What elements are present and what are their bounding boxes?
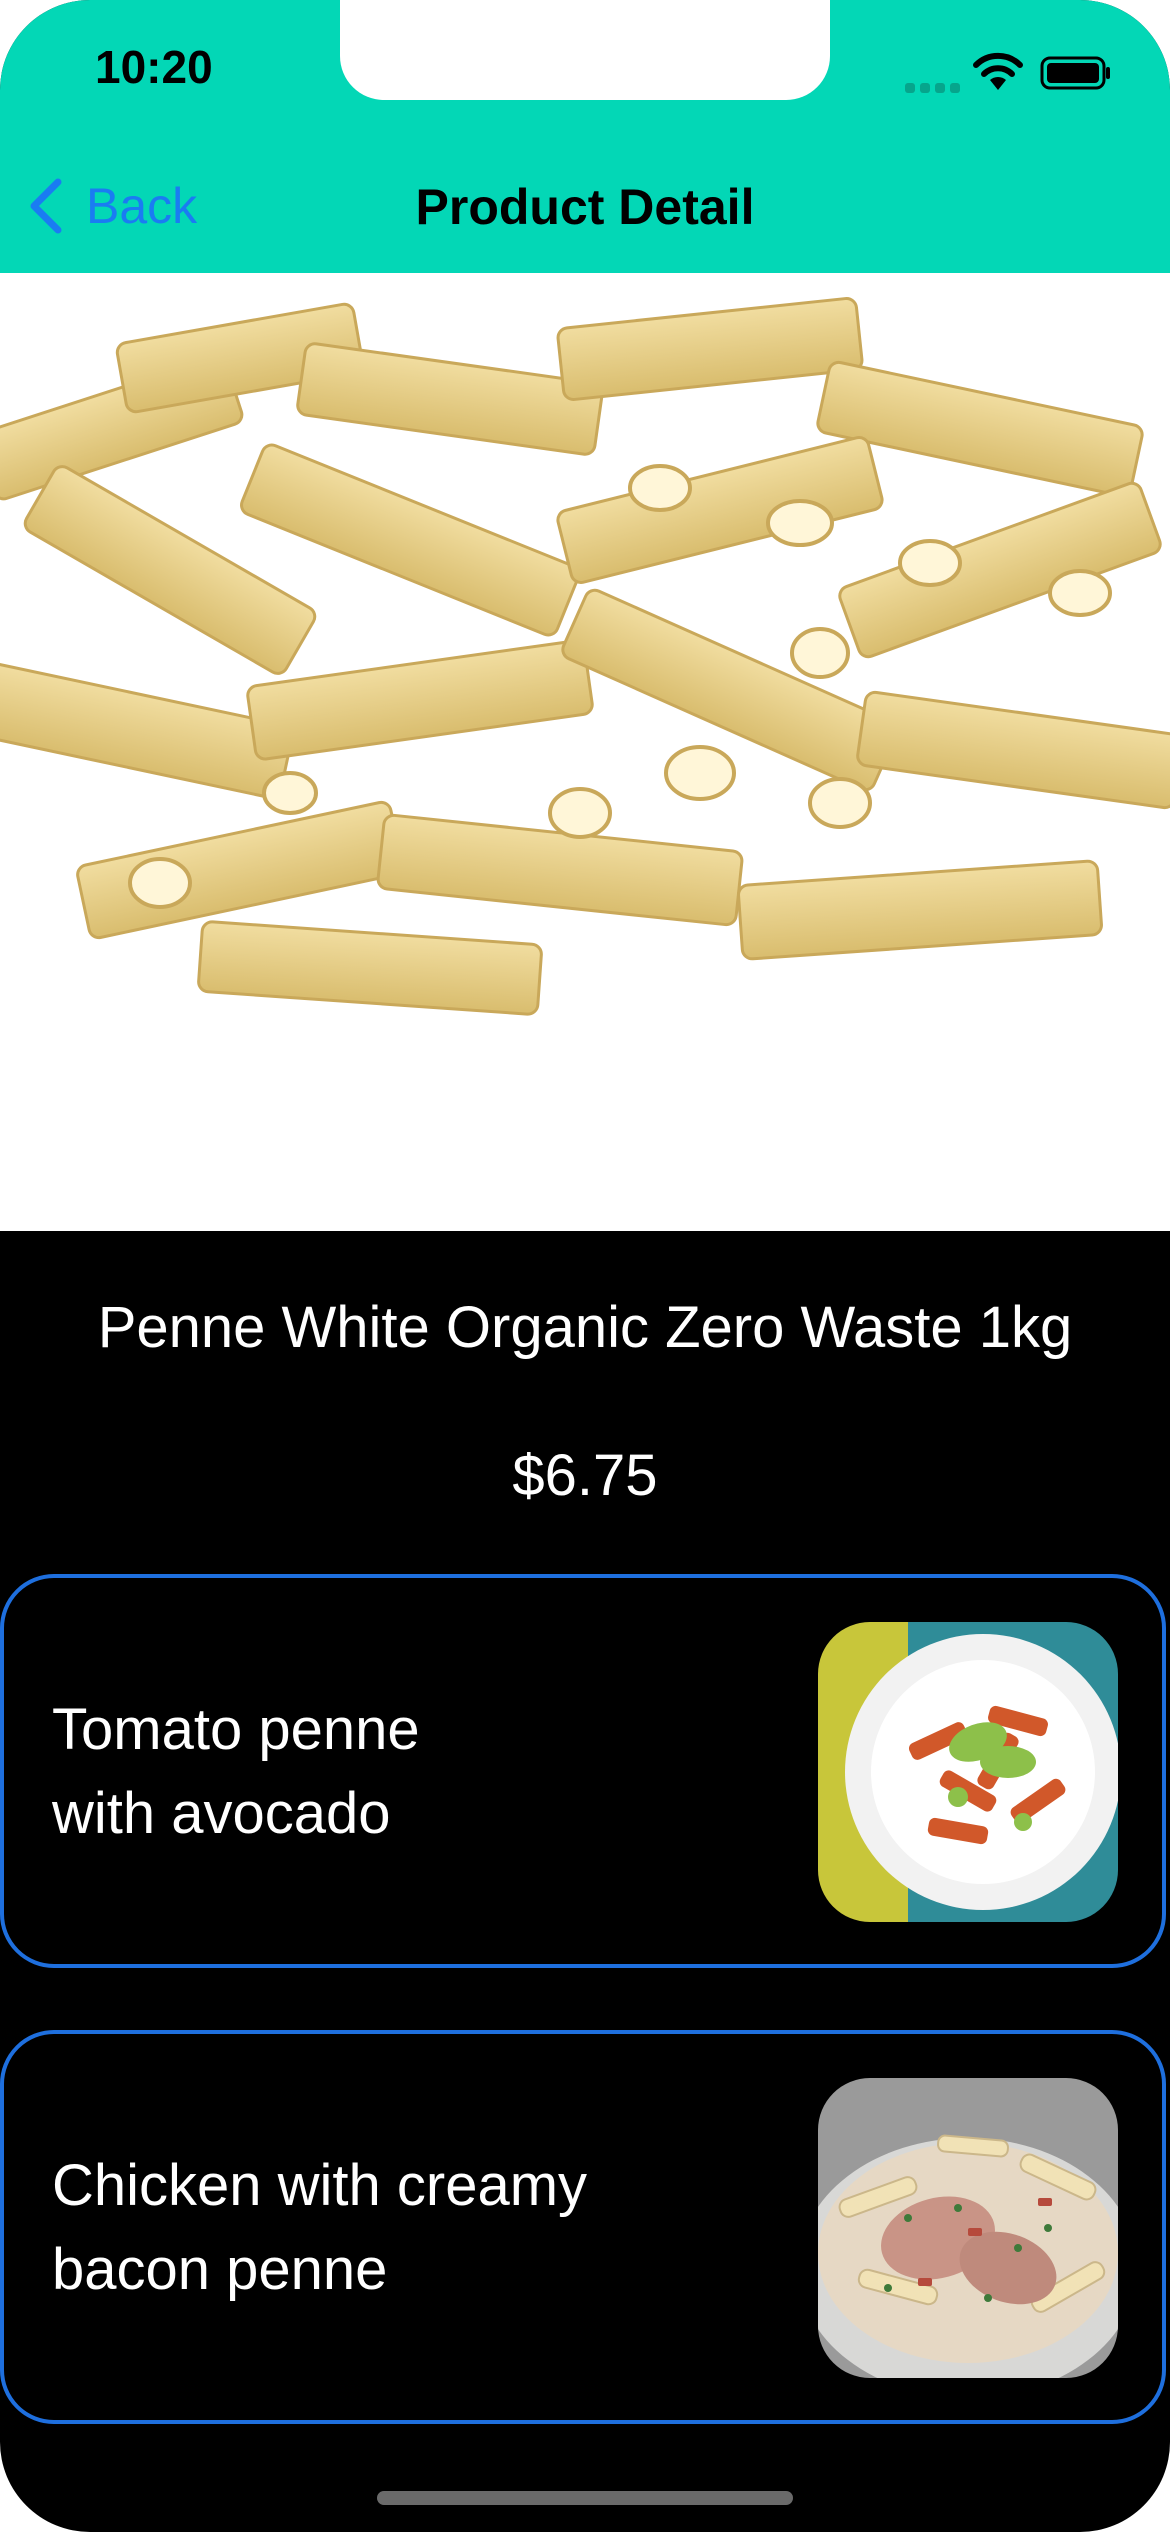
device-notch (340, 0, 830, 100)
home-indicator[interactable] (377, 2491, 793, 2505)
recipe-label-line2: bacon penne (52, 2237, 388, 2302)
battery-icon (1040, 56, 1110, 90)
product-image (0, 273, 1170, 1231)
tomato-penne-avocado-photo (818, 1622, 1118, 1922)
product-price: $6.75 (512, 1443, 658, 1508)
status-time: 10:20 (95, 41, 213, 93)
cellular-signal-icon (905, 80, 965, 98)
chicken-bacon-penne-photo (818, 2078, 1118, 2378)
recipe-label-line1: Chicken with creamy (52, 2153, 588, 2218)
product-name: Penne White Organic Zero Waste 1kg (97, 1295, 1073, 1360)
wifi-icon (973, 52, 1023, 90)
page-title: Product Detail (415, 179, 755, 235)
navigation-header: 10:20 Back Product Detail (0, 0, 1170, 273)
penne-pasta-image (0, 297, 1170, 1016)
app-screen: 10:20 Back Product Detail Penne White Or… (0, 0, 1170, 2532)
recipe-label: Chicken with creamy bacon penne (52, 2144, 752, 2312)
recipe-label: Tomato penne with avocado (52, 1688, 752, 1856)
recipe-card[interactable]: Chicken with creamy bacon penne (0, 2030, 1166, 2424)
recipe-label-line1: Tomato penne (52, 1697, 420, 1762)
recipe-label-line2: with avocado (52, 1781, 391, 1846)
recipe-card[interactable]: Tomato penne with avocado (0, 1574, 1166, 1968)
